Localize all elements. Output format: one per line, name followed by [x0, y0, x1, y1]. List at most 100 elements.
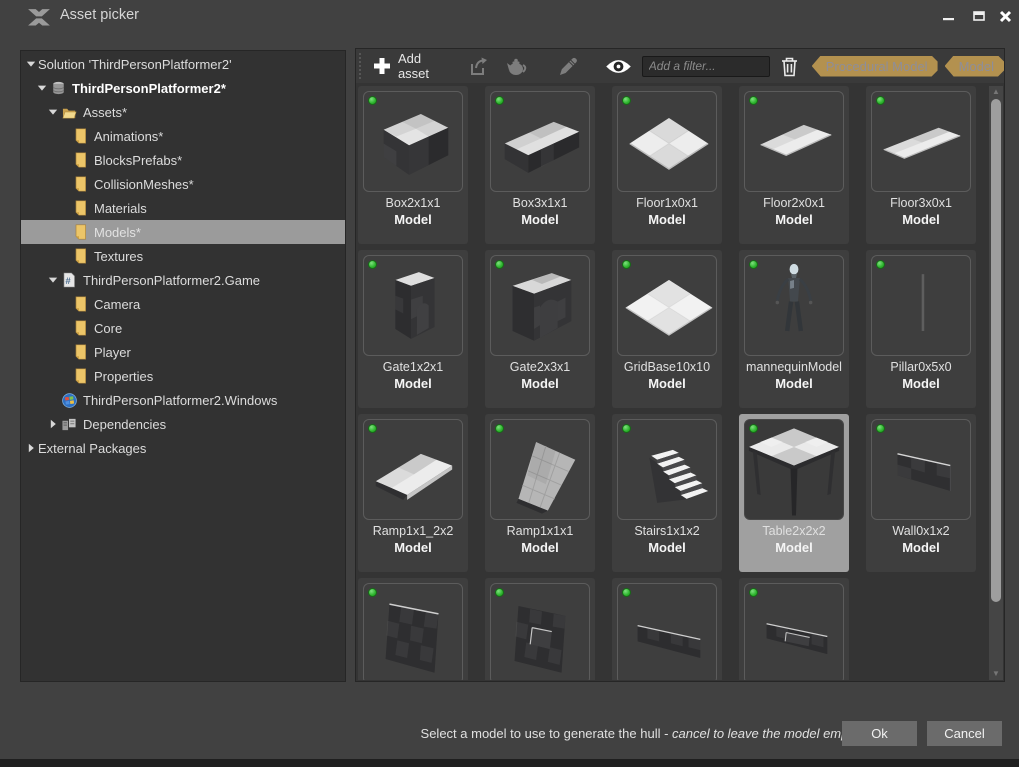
tree-item-animations[interactable]: Animations* — [21, 124, 345, 148]
edit-tags-button[interactable] — [549, 51, 587, 81]
asset-card-ramp1x1x1[interactable]: Ramp1x1x1Model — [485, 414, 595, 572]
tree-item-assets[interactable]: Assets* — [21, 100, 345, 124]
maximize-button[interactable] — [966, 4, 992, 28]
mannequin-thumbnail — [744, 255, 844, 356]
asset-type-label: Model — [868, 212, 974, 227]
asset-card-pillar0x5x0[interactable]: Pillar0x5x0Model — [866, 250, 976, 408]
asset-grid: Box2x1x1ModelBox3x1x1ModelFloor1x0x1Mode… — [358, 86, 990, 680]
asset-name-label: Table2x2x2 — [741, 524, 847, 538]
table-thumbnail — [744, 419, 844, 520]
add-asset-button[interactable]: Add asset — [366, 51, 461, 81]
status-ok-dot — [622, 96, 631, 105]
expander-down-icon[interactable] — [46, 274, 59, 287]
asset-card-partial-15[interactable] — [358, 578, 468, 680]
asset-card-gate1x2x1[interactable]: Gate1x2x1 Model — [358, 250, 468, 408]
expander-down-icon[interactable] — [24, 58, 37, 71]
asset-card-mannequinmodel[interactable]: mannequinModelModel — [739, 250, 849, 408]
asset-type-label: Model — [741, 212, 847, 227]
expander-down-icon[interactable] — [46, 106, 59, 119]
wall-angled-thumbnail — [871, 419, 971, 520]
asset-card-gridbase10x10[interactable]: GridBase10x10Model — [612, 250, 722, 408]
asset-card-gate2x3x1[interactable]: Gate2x3x1Model — [485, 250, 595, 408]
folder-icon — [72, 176, 88, 192]
filter-input[interactable] — [642, 56, 770, 77]
tree-item-models[interactable]: Models* — [21, 220, 345, 244]
cancel-button[interactable]: Cancel — [927, 721, 1002, 746]
asset-card-floor2x0x1[interactable]: Floor2x0x1 Model — [739, 86, 849, 244]
asset-card-partial-16[interactable] — [485, 578, 595, 680]
asset-name-label: Wall0x1x2 — [868, 524, 974, 538]
ramp-low-thumbnail — [363, 419, 463, 520]
tree-item-label: Animations* — [93, 129, 163, 144]
tree-item-blocksprefabs[interactable]: BlocksPrefabs* — [21, 148, 345, 172]
ok-button[interactable]: Ok — [842, 721, 917, 746]
clear-filter-button[interactable] — [774, 51, 805, 81]
expander-spacer — [57, 370, 70, 383]
scroll-down-arrow-icon[interactable]: ▼ — [989, 668, 1003, 680]
folder-icon — [72, 248, 88, 264]
asset-name-label: Floor2x0x1 — [741, 196, 847, 210]
asset-type-label: Model — [614, 212, 720, 227]
tree-item-external-packages[interactable]: External Packages — [21, 436, 345, 460]
window-bottom-edge — [0, 759, 1019, 767]
asset-type-label: Model — [360, 212, 466, 227]
asset-card-ramp1x1-2x2[interactable]: Ramp1x1_2x2Model — [358, 414, 468, 572]
tree-item-textures[interactable]: Textures — [21, 244, 345, 268]
scroll-up-arrow-icon[interactable]: ▲ — [989, 86, 1003, 98]
asset-name-label: Ramp1x1_2x2 — [360, 524, 466, 538]
asset-card-box2x1x1[interactable]: Box2x1x1Model — [358, 86, 468, 244]
minimize-button[interactable] — [936, 4, 962, 28]
folder-icon — [72, 152, 88, 168]
expander-spacer — [57, 298, 70, 311]
asset-card-floor1x0x1[interactable]: Floor1x0x1Model — [612, 86, 722, 244]
import-asset-button[interactable] — [461, 51, 497, 81]
tree-item-player[interactable]: Player — [21, 340, 345, 364]
expander-right-icon[interactable] — [24, 442, 37, 455]
asset-card-partial-18[interactable] — [739, 578, 849, 680]
expander-right-icon[interactable] — [46, 418, 59, 431]
view-options-button[interactable] — [599, 51, 638, 81]
folder-icon — [72, 344, 88, 360]
plus-icon — [372, 56, 392, 76]
status-ok-dot — [495, 260, 504, 269]
import-icon — [467, 54, 491, 78]
tree-item-thirdpersonplatformer2[interactable]: ThirdPersonPlatformer2* — [21, 76, 345, 100]
filter-tag-procedural-model[interactable]: Procedural Model — [812, 56, 938, 77]
asset-name-label: Gate1x2x1 — [360, 360, 466, 374]
teapot-button[interactable] — [497, 51, 535, 81]
filter-tag-model[interactable]: Model — [945, 56, 1004, 77]
asset-type-label: Model — [360, 376, 466, 391]
tree-item-thirdpersonplatformer2-game[interactable]: #ThirdPersonPlatformer2.Game — [21, 268, 345, 292]
tree-item-label: BlocksPrefabs* — [93, 153, 182, 168]
tree-item-collisionmeshes[interactable]: CollisionMeshes* — [21, 172, 345, 196]
tree-item-core[interactable]: Core — [21, 316, 345, 340]
close-button[interactable] — [992, 4, 1018, 28]
status-ok-dot — [622, 260, 631, 269]
asset-type-label: Model — [868, 376, 974, 391]
asset-card-table2x2x2[interactable]: Table2x2x2Model — [739, 414, 849, 572]
tree-item-label: Dependencies — [82, 417, 166, 432]
status-ok-dot — [368, 588, 377, 597]
tree-item-properties[interactable]: Properties — [21, 364, 345, 388]
solution-tree: Solution 'ThirdPersonPlatformer2'ThirdPe… — [20, 50, 346, 682]
expander-down-icon[interactable] — [35, 82, 48, 95]
asset-card-stairs1x1x2[interactable]: Stairs1x1x2Model — [612, 414, 722, 572]
asset-card-floor3x0x1[interactable]: Floor3x0x1Model — [866, 86, 976, 244]
asset-card-partial-17[interactable] — [612, 578, 722, 680]
tree-item-thirdpersonplatformer2-windows[interactable]: ThirdPersonPlatformer2.Windows — [21, 388, 345, 412]
scrollbar-thumb[interactable] — [991, 99, 1001, 602]
tree-item-label: ThirdPersonPlatformer2.Windows — [82, 393, 277, 408]
tree-item-camera[interactable]: Camera — [21, 292, 345, 316]
tree-item-solution-thirdpersonplatformer2[interactable]: Solution 'ThirdPersonPlatformer2' — [21, 52, 345, 76]
stride-logo-icon — [27, 7, 51, 25]
tree-item-label: Core — [93, 321, 122, 336]
toolbar-grip[interactable] — [359, 53, 364, 79]
ramp-steep-thumbnail — [490, 419, 590, 520]
asset-card-wall0x1x2[interactable]: Wall0x1x2Model — [866, 414, 976, 572]
status-ok-dot — [622, 588, 631, 597]
title-bar[interactable]: Asset picker — [0, 0, 1019, 32]
asset-card-box3x1x1[interactable]: Box3x1x1Model — [485, 86, 595, 244]
tree-item-dependencies[interactable]: Dependencies — [21, 412, 345, 436]
asset-grid-scrollbar[interactable]: ▲ ▼ — [989, 86, 1003, 680]
tree-item-materials[interactable]: Materials — [21, 196, 345, 220]
